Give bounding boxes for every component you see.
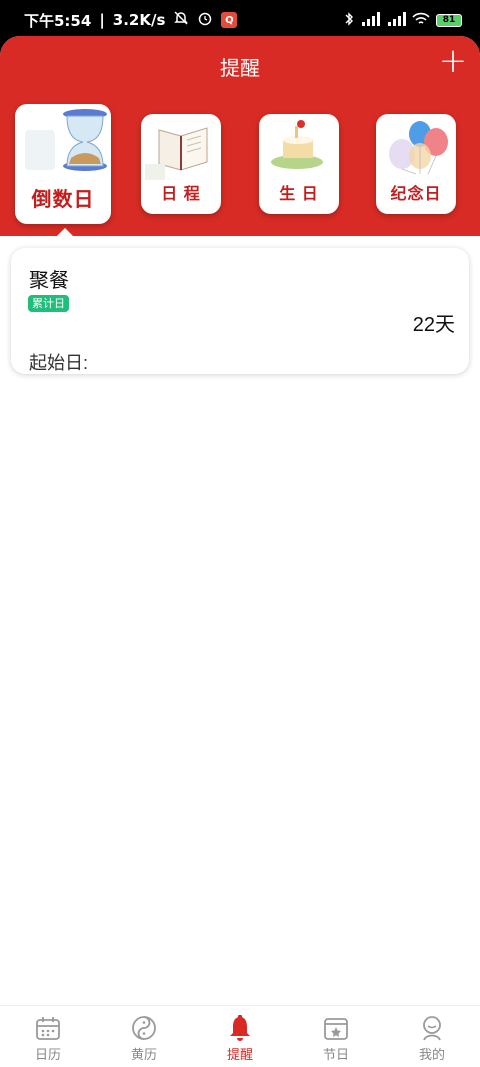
category-tabs: 倒数日 日 程 生 日 纪念日 bbox=[0, 104, 480, 224]
nav-label: 我的 bbox=[418, 1047, 445, 1062]
nav-label: 黄历 bbox=[130, 1047, 157, 1062]
tab-anniversary[interactable]: 纪念日 bbox=[376, 114, 456, 214]
profile-icon bbox=[423, 1016, 441, 1041]
tab-countdown[interactable]: 倒数日 bbox=[15, 104, 111, 224]
reminder-days: 22天 bbox=[412, 314, 455, 336]
start-date-label: 起始日: bbox=[29, 353, 89, 373]
tab-label: 纪念日 bbox=[390, 186, 442, 203]
nav-almanac[interactable]: 黄历 bbox=[96, 1006, 192, 1067]
reminder-card[interactable]: 聚餐 累计日 22天 起始日: bbox=[11, 248, 469, 374]
calendar-icon bbox=[36, 1017, 60, 1040]
nav-festival[interactable]: 节日 bbox=[288, 1006, 384, 1067]
bell-icon bbox=[230, 1015, 250, 1041]
tab-label: 日 程 bbox=[161, 186, 201, 203]
network-speed: 3.2K/s bbox=[112, 11, 166, 29]
active-tab-pointer bbox=[57, 228, 73, 236]
header: 提醒 + 倒数日 日 程 生 日 纪念日 bbox=[0, 36, 480, 236]
yinyang-icon bbox=[132, 1016, 156, 1040]
festival-icon bbox=[324, 1018, 348, 1040]
tab-schedule[interactable]: 日 程 bbox=[141, 114, 221, 214]
nav-reminder[interactable]: 提醒 bbox=[192, 1006, 288, 1067]
add-button[interactable]: + bbox=[439, 44, 468, 78]
alarm-icon bbox=[197, 10, 213, 30]
tab-birthday[interactable]: 生 日 bbox=[259, 114, 339, 214]
battery-icon: 81 bbox=[436, 13, 462, 27]
bottom-nav: 日历 黄历 提醒 节日 我的 bbox=[0, 1005, 480, 1067]
nav-label: 提醒 bbox=[226, 1047, 253, 1062]
bluetooth-icon bbox=[344, 11, 354, 30]
page-title: 提醒 bbox=[220, 58, 260, 80]
wifi-icon bbox=[412, 12, 430, 29]
signal-icon-2 bbox=[386, 11, 406, 29]
nav-calendar[interactable]: 日历 bbox=[0, 1006, 96, 1067]
app-screen: 提醒 + 倒数日 日 程 生 日 纪念日 聚餐 累计日 22天 起始日: 日历 … bbox=[0, 36, 480, 1067]
nav-label: 日历 bbox=[34, 1047, 61, 1062]
reminder-type-badge: 累计日 bbox=[28, 295, 69, 312]
reminder-title: 聚餐 bbox=[29, 270, 69, 292]
mute-icon bbox=[173, 10, 189, 30]
signal-icon-1 bbox=[360, 11, 380, 29]
status-time: 下午5:54 bbox=[24, 11, 92, 30]
tab-label: 生 日 bbox=[279, 186, 319, 203]
tab-label: 倒数日 bbox=[31, 189, 95, 211]
app-notification-icon: Q bbox=[221, 12, 238, 28]
status-bar: 下午5:54 | 3.2K/s Q 81 bbox=[0, 0, 480, 40]
nav-label: 节日 bbox=[322, 1047, 349, 1062]
nav-profile[interactable]: 我的 bbox=[384, 1006, 480, 1067]
